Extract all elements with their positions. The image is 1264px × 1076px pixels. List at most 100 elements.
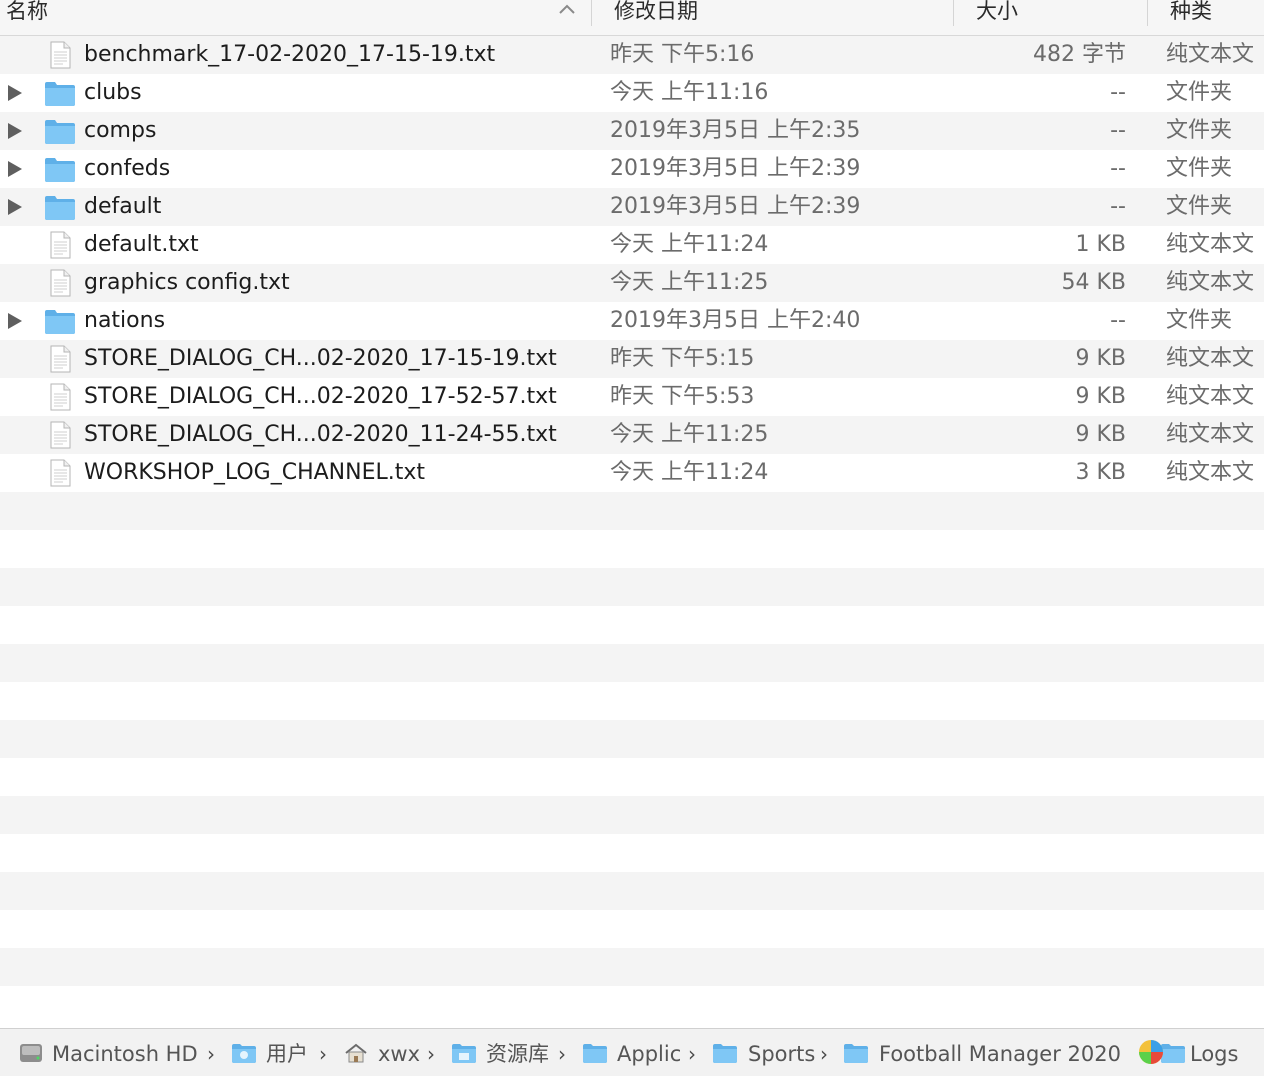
text-document-icon (50, 383, 71, 411)
users-folder-icon[interactable] (231, 1042, 257, 1064)
folder-row[interactable]: clubs 今天 上午11:16 -- 文件夹 (0, 74, 1264, 112)
empty-row (0, 910, 1264, 948)
file-kind: 文件夹 (1166, 156, 1233, 181)
folder-icon[interactable] (843, 1042, 869, 1064)
file-row[interactable]: WORKSHOP_LOG_CHANNEL.txt 今天 上午11:24 3 KB 纯文… (0, 454, 1264, 492)
hard-drive-icon[interactable] (18, 1042, 44, 1064)
file-name: graphics config.txt (84, 270, 290, 295)
folder-icon[interactable] (712, 1042, 738, 1064)
file-row[interactable]: graphics config.txt 今天 上午11:25 54 KB 纯文本文 (0, 264, 1264, 302)
file-size: -- (1110, 308, 1126, 333)
path-separator-icon: › (558, 1042, 566, 1066)
disclosure-triangle-icon[interactable] (8, 123, 22, 139)
disclosure-triangle-icon[interactable] (8, 199, 22, 215)
empty-row (0, 530, 1264, 568)
file-size: 9 KB (1075, 422, 1126, 447)
library-folder-icon[interactable] (451, 1042, 477, 1064)
disclosure-triangle-icon[interactable] (8, 85, 22, 101)
file-kind: 纯文本文 (1166, 460, 1255, 485)
empty-row (0, 492, 1264, 530)
modified-date: 今天 上午11:24 (610, 460, 769, 485)
file-kind: 文件夹 (1166, 194, 1233, 219)
file-name: STORE_DIALOG_CH...02-2020_17-52-57.txt (84, 384, 557, 409)
empty-row (0, 796, 1264, 834)
home-icon[interactable] (343, 1042, 369, 1064)
text-document-icon (50, 345, 71, 373)
path-item[interactable]: Logs (1190, 1029, 1238, 1076)
file-name: comps (84, 118, 157, 143)
file-name: WORKSHOP_LOG_CHANNEL.txt (84, 460, 425, 485)
file-size: -- (1110, 156, 1126, 181)
file-size: 9 KB (1075, 346, 1126, 371)
path-item[interactable]: Applic (617, 1029, 681, 1076)
file-size: 3 KB (1075, 460, 1126, 485)
column-divider[interactable] (591, 0, 592, 26)
file-name: default (84, 194, 162, 219)
file-row[interactable]: default.txt 今天 上午11:24 1 KB 纯文本文 (0, 226, 1264, 264)
text-document-icon (50, 231, 71, 259)
sort-ascending-icon[interactable] (557, 2, 577, 16)
file-name: STORE_DIALOG_CH...02-2020_11-24-55.txt (84, 422, 557, 447)
path-separator-icon: › (319, 1042, 327, 1066)
column-header-date[interactable]: 修改日期 (614, 0, 698, 29)
modified-date: 2019年3月5日 上午2:39 (610, 194, 861, 219)
folder-icon (45, 196, 75, 220)
path-separator-icon: › (207, 1042, 215, 1066)
file-kind: 纯文本文 (1166, 42, 1255, 67)
path-separator-icon: › (427, 1042, 435, 1066)
folder-row[interactable]: nations 2019年3月5日 上午2:40 -- 文件夹 (0, 302, 1264, 340)
file-kind: 纯文本文 (1166, 384, 1255, 409)
disclosure-triangle-icon[interactable] (8, 161, 22, 177)
file-name: confeds (84, 156, 171, 181)
folder-row[interactable]: default 2019年3月5日 上午2:39 -- 文件夹 (0, 188, 1264, 226)
path-item[interactable]: Sports (748, 1029, 815, 1076)
path-item[interactable]: 用户 (266, 1029, 308, 1076)
path-item[interactable]: Football Manager 2020 (879, 1029, 1121, 1076)
text-document-icon (50, 269, 71, 297)
column-header-size[interactable]: 大小 (976, 0, 1018, 29)
file-name: STORE_DIALOG_CH...02-2020_17-15-19.txt (84, 346, 557, 371)
path-separator-icon: › (820, 1042, 828, 1066)
file-kind: 纯文本文 (1166, 422, 1255, 447)
file-name: clubs (84, 80, 142, 105)
file-kind: 纯文本文 (1166, 270, 1255, 295)
folder-icon (45, 82, 75, 106)
modified-date: 今天 上午11:16 (610, 80, 769, 105)
disclosure-triangle-icon[interactable] (8, 313, 22, 329)
modified-date: 今天 上午11:25 (610, 270, 769, 295)
modified-date: 2019年3月5日 上午2:35 (610, 118, 861, 143)
busy-cursor-icon (1136, 1037, 1166, 1067)
folder-row[interactable]: comps 2019年3月5日 上午2:35 -- 文件夹 (0, 112, 1264, 150)
folder-row[interactable]: confeds 2019年3月5日 上午2:39 -- 文件夹 (0, 150, 1264, 188)
file-size: -- (1110, 194, 1126, 219)
file-size: 9 KB (1075, 384, 1126, 409)
empty-row (0, 720, 1264, 758)
file-row[interactable]: STORE_DIALOG_CH...02-2020_11-24-55.txt 今天… (0, 416, 1264, 454)
file-name: benchmark_17-02-2020_17-15-19.txt (84, 42, 496, 67)
text-document-icon (50, 459, 71, 487)
empty-row (0, 758, 1264, 796)
file-row[interactable]: STORE_DIALOG_CH...02-2020_17-15-19.txt 昨天… (0, 340, 1264, 378)
empty-row (0, 568, 1264, 606)
path-item[interactable]: 资源库 (486, 1029, 549, 1076)
file-list[interactable]: benchmark_17-02-2020_17-15-19.txt 昨天 下午5:… (0, 36, 1264, 1026)
modified-date: 昨天 下午5:53 (610, 384, 755, 409)
file-size: 54 KB (1061, 270, 1126, 295)
column-header: 名称 修改日期 大小 种类 (0, 0, 1264, 36)
column-divider[interactable] (1147, 0, 1148, 26)
file-row[interactable]: benchmark_17-02-2020_17-15-19.txt 昨天 下午5:… (0, 36, 1264, 74)
folder-icon (45, 120, 75, 144)
column-header-name[interactable]: 名称 (6, 0, 48, 29)
file-kind: 文件夹 (1166, 118, 1233, 143)
column-header-kind[interactable]: 种类 (1170, 0, 1212, 29)
file-kind: 文件夹 (1166, 308, 1233, 333)
modified-date: 今天 上午11:25 (610, 422, 769, 447)
column-divider[interactable] (953, 0, 954, 26)
folder-icon[interactable] (582, 1042, 608, 1064)
file-row[interactable]: STORE_DIALOG_CH...02-2020_17-52-57.txt 昨天… (0, 378, 1264, 416)
text-document-icon (50, 421, 71, 449)
path-item[interactable]: Macintosh HD (52, 1029, 198, 1076)
path-item[interactable]: xwx (378, 1029, 420, 1076)
empty-row (0, 948, 1264, 986)
file-size: 1 KB (1075, 232, 1126, 257)
